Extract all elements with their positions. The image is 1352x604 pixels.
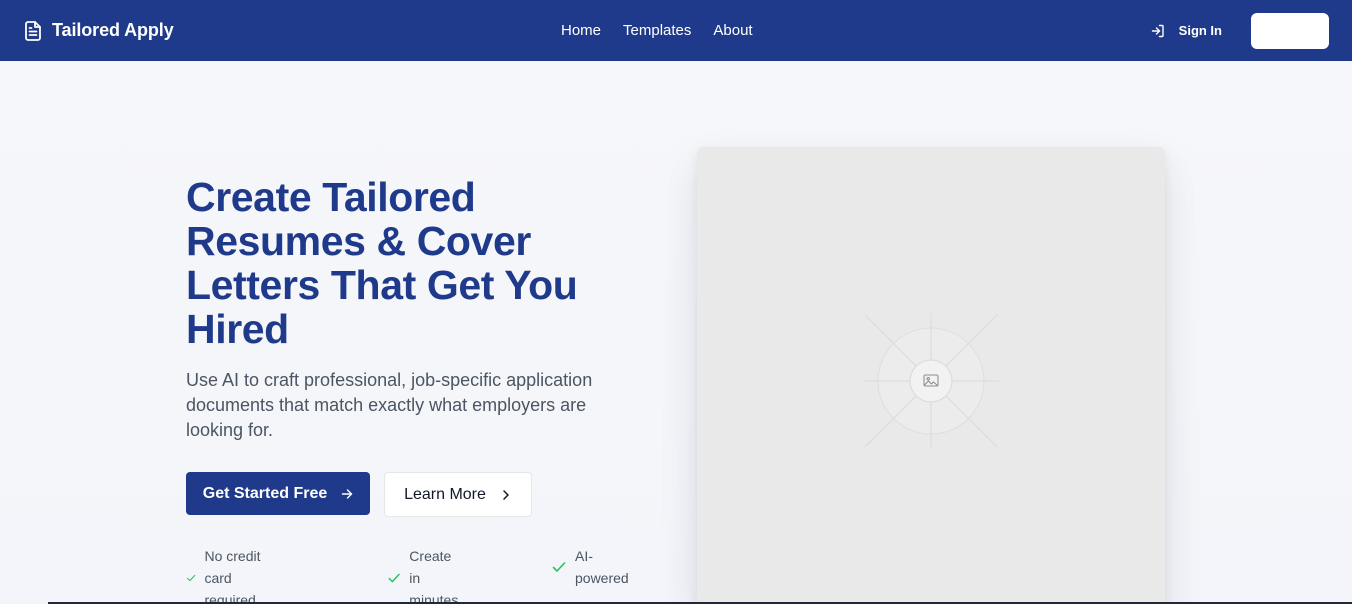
check-icon [388, 573, 400, 583]
sign-up-button[interactable]: Sign Up [1251, 12, 1329, 49]
login-icon [1151, 24, 1164, 37]
hero-image-card [697, 147, 1165, 604]
check-icon [552, 562, 566, 572]
sign-in-button[interactable]: Sign In [1151, 23, 1222, 38]
document-icon [25, 20, 41, 41]
nav-link-home[interactable]: Home [561, 22, 601, 39]
learn-more-button[interactable]: Learn More [384, 472, 532, 517]
feature-text: AI- powered [575, 545, 629, 589]
feature-line: No credit card [204, 548, 261, 586]
main-nav: Home Templates About [561, 0, 753, 61]
brand-link[interactable]: Tailored Apply [24, 20, 174, 41]
check-icon [187, 574, 196, 582]
nav-link-about[interactable]: About [713, 22, 752, 39]
sign-up-label: Sign Up [1265, 23, 1315, 38]
feature-text: No credit card required [204, 545, 261, 604]
feature-item: AI- powered [551, 545, 629, 589]
get-started-label: Get Started Free [202, 484, 328, 502]
arrow-right-icon [342, 488, 353, 499]
feature-line: powered [575, 570, 629, 586]
feature-item: No credit card required [186, 545, 261, 604]
brand-name: Tailored Apply [52, 20, 174, 40]
nav-link-templates[interactable]: Templates [623, 22, 691, 39]
navbar: Tailored Apply Home Templates About Sign… [0, 0, 1352, 61]
feature-item: Create in minutes [387, 545, 460, 604]
feature-line: Create in [409, 548, 452, 586]
image-placeholder-icon [863, 313, 999, 449]
sign-in-label: Sign In [1178, 23, 1222, 38]
feature-text: Create in minutes [409, 545, 460, 604]
hero-subtitle: Use AI to craft professional, job-specif… [186, 370, 593, 440]
learn-more-label: Learn More [404, 485, 486, 503]
get-started-button[interactable]: Get Started Free [186, 472, 370, 515]
feature-line: AI- [575, 548, 593, 564]
hero-title: Create Tailored Resumes & Cover Letters … [186, 174, 578, 352]
chevron-right-icon [503, 489, 509, 500]
hero-section: Create Tailored Resumes & Cover Letters … [0, 61, 1352, 604]
auth-actions: Sign In Sign Up [1151, 0, 1329, 61]
